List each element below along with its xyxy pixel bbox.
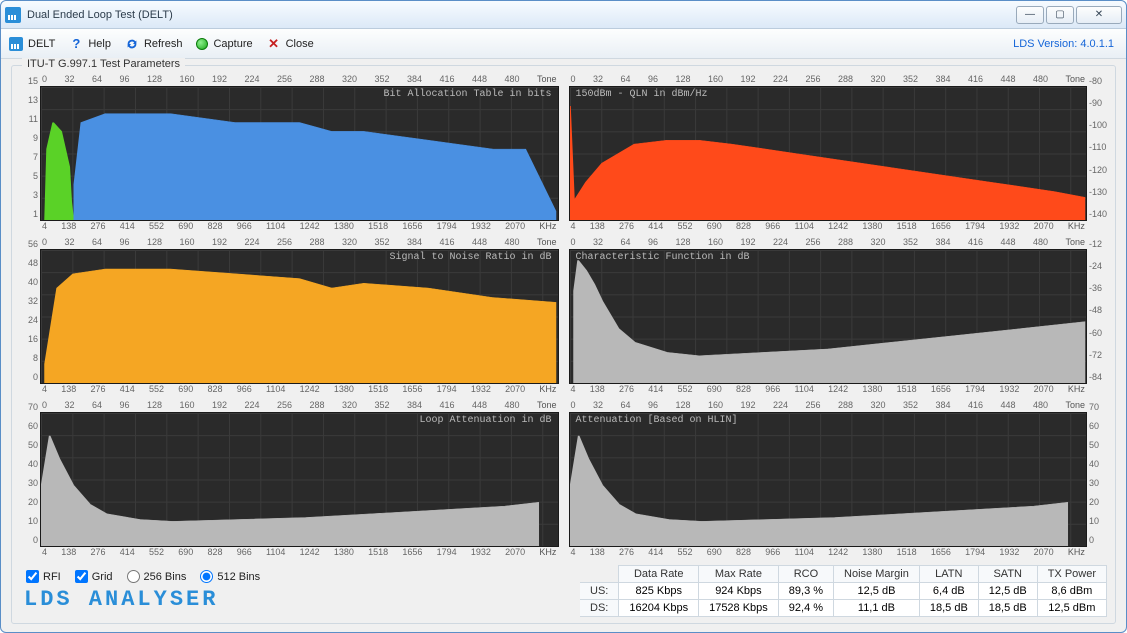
stats-row-label: DS: — [580, 600, 619, 617]
stats-cell: 6,4 dB — [919, 583, 978, 600]
plot-area: Characteristic Function in dB — [569, 249, 1088, 384]
stats-cell: 18,5 dB — [978, 600, 1037, 617]
refresh-label: Refresh — [144, 38, 183, 50]
close-label: Close — [286, 38, 314, 50]
grid-checkbox[interactable]: Grid — [75, 570, 113, 583]
chart-char: 0326496128160192224256288320352384416448… — [569, 237, 1108, 396]
plot-area: Bit Allocation Table in bits — [40, 86, 559, 221]
plot-area: 150dBm - QLN in dBm/Hz — [569, 86, 1088, 221]
help-icon: ? — [69, 37, 83, 51]
close-icon: ✕ — [267, 37, 281, 51]
stats-cell: 16204 Kbps — [619, 600, 699, 617]
bins-256-radio[interactable]: 256 Bins — [127, 570, 187, 583]
chart-title: Attenuation [Based on HLIN] — [576, 415, 738, 426]
stats-cell: 11,1 dB — [834, 600, 920, 617]
chart-title: Characteristic Function in dB — [576, 252, 750, 263]
chart-hlin: 0326496128160192224256288320352384416448… — [569, 400, 1108, 559]
version-label: LDS Version: 4.0.1.1 — [1013, 38, 1118, 50]
refresh-icon — [125, 37, 139, 51]
stats-cell: 92,4 % — [778, 600, 833, 617]
plot-area: Attenuation [Based on HLIN] — [569, 412, 1088, 547]
chart-title: 150dBm - QLN in dBm/Hz — [576, 89, 708, 100]
chart-qln: 0326496128160192224256288320352384416448… — [569, 74, 1108, 233]
stats-cell: 8,6 dBm — [1037, 583, 1106, 600]
stats-cell: 924 Kbps — [699, 583, 779, 600]
stats-header: Noise Margin — [834, 566, 920, 583]
stats-row-label: US: — [580, 583, 619, 600]
minimize-button[interactable]: — — [1016, 6, 1044, 24]
stats-cell: 89,3 % — [778, 583, 833, 600]
rfi-checkbox[interactable]: RFI — [26, 570, 61, 583]
delt-label: DELT — [28, 38, 55, 50]
capture-label: Capture — [213, 38, 252, 50]
stats-header: Data Rate — [619, 566, 699, 583]
stats-cell: 18,5 dB — [919, 600, 978, 617]
stats-cell: 12,5 dB — [978, 583, 1037, 600]
chart-title: Bit Allocation Table in bits — [383, 89, 551, 100]
plot-area: Signal to Noise Ratio in dB — [40, 249, 559, 384]
app-window: Dual Ended Loop Test (DELT) — ▢ ✕ DELT ?… — [0, 0, 1127, 633]
plot-area: Loop Attenuation in dB — [40, 412, 559, 547]
chart-title: Signal to Noise Ratio in dB — [389, 252, 551, 263]
bars-icon — [9, 37, 23, 51]
help-button[interactable]: ? Help — [69, 37, 111, 51]
stats-header: Max Rate — [699, 566, 779, 583]
window-close-button[interactable]: ✕ — [1076, 6, 1122, 24]
stats-cell: 12,5 dBm — [1037, 600, 1106, 617]
app-icon — [5, 7, 21, 23]
refresh-button[interactable]: Refresh — [125, 37, 183, 51]
close-button[interactable]: ✕ Close — [267, 37, 314, 51]
stats-cell: 17528 Kbps — [699, 600, 779, 617]
parameters-group: ITU-T G.997.1 Test Parameters 1513119753… — [11, 65, 1116, 624]
chart-latt: 7060504030201000326496128160192224256288… — [20, 400, 559, 559]
help-label: Help — [88, 38, 111, 50]
record-icon — [196, 38, 208, 50]
stats-header: RCO — [778, 566, 833, 583]
window-title: Dual Ended Loop Test (DELT) — [27, 9, 173, 21]
delt-button[interactable]: DELT — [9, 37, 55, 51]
brand-label: LDS ANALYSER — [24, 587, 260, 612]
chart-snr: 5648403224168003264961281601922242562883… — [20, 237, 559, 396]
group-title: ITU-T G.997.1 Test Parameters — [22, 58, 185, 70]
stats-header: SATN — [978, 566, 1037, 583]
stats-table: Data RateMax RateRCONoise MarginLATNSATN… — [580, 565, 1107, 617]
capture-button[interactable]: Capture — [196, 38, 252, 50]
stats-cell: 825 Kbps — [619, 583, 699, 600]
bins-512-radio[interactable]: 512 Bins — [200, 570, 260, 583]
titlebar: Dual Ended Loop Test (DELT) — ▢ ✕ — [1, 1, 1126, 29]
chart-title: Loop Attenuation in dB — [419, 415, 551, 426]
chart-bit: 1513119753103264961281601922242562883203… — [20, 74, 559, 233]
stats-header: TX Power — [1037, 566, 1106, 583]
toolbar: DELT ? Help Refresh Capture ✕ Close LDS … — [1, 29, 1126, 59]
stats-header: LATN — [919, 566, 978, 583]
stats-cell: 12,5 dB — [834, 583, 920, 600]
maximize-button[interactable]: ▢ — [1046, 6, 1074, 24]
